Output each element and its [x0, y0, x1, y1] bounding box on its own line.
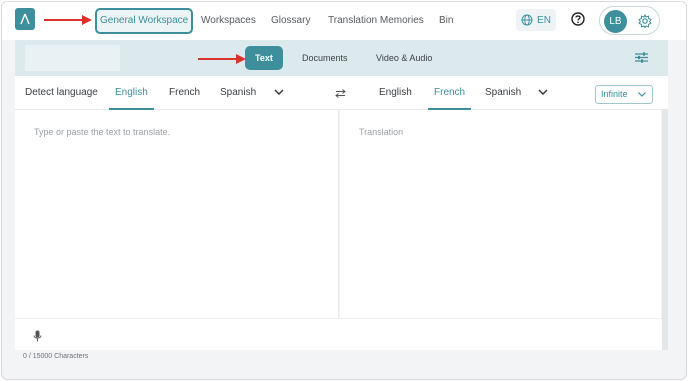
logo-icon: [20, 13, 30, 25]
translation-placeholder: Translation: [359, 127, 404, 137]
nav-bin[interactable]: Bin: [439, 2, 453, 39]
translation-output-area: Translation: [340, 110, 661, 318]
nav-workspaces[interactable]: Workspaces: [201, 2, 256, 39]
source-language-spanish[interactable]: Spanish: [220, 76, 256, 110]
nav-general-workspace[interactable]: General Workspace: [95, 8, 194, 34]
swap-languages-icon[interactable]: [335, 89, 346, 98]
source-text-area[interactable]: Type or paste the text to translate.: [15, 110, 339, 318]
interface-language-button[interactable]: EN: [516, 9, 556, 31]
tab-video-audio[interactable]: Video & Audio: [376, 46, 432, 70]
help-icon[interactable]: [571, 12, 585, 26]
model-select[interactable]: Infinite: [595, 85, 653, 104]
annotation-arrow-nav: [44, 15, 92, 25]
source-language-chevron-down-icon[interactable]: [274, 89, 284, 96]
gear-icon[interactable]: [638, 14, 652, 28]
tab-documents[interactable]: Documents: [302, 46, 348, 70]
language-bar: Detect language English French Spanish E…: [15, 76, 668, 110]
model-select-value: Infinite: [601, 89, 628, 99]
globe-icon: [521, 14, 533, 26]
source-footer: [15, 318, 662, 350]
avatar[interactable]: LB: [604, 10, 627, 33]
annotation-arrow-tab: [198, 54, 246, 64]
nav-translation-memories[interactable]: Translation Memories: [328, 2, 424, 39]
sliders-icon[interactable]: [635, 52, 648, 63]
nav-glossary[interactable]: Glossary: [271, 2, 310, 39]
target-language-french[interactable]: French: [428, 76, 472, 110]
app-logo[interactable]: [15, 8, 35, 30]
target-language-chevron-down-icon[interactable]: [538, 89, 548, 96]
interface-language-code: EN: [537, 14, 551, 26]
microphone-icon[interactable]: [33, 330, 42, 342]
source-language-french[interactable]: French: [169, 76, 200, 110]
target-language-english[interactable]: English: [379, 76, 412, 110]
tab-text[interactable]: Text: [245, 46, 283, 70]
mode-toolbar: Text Documents Video & Audio: [15, 40, 668, 76]
app-window: General Workspace Workspaces Glossary Tr…: [1, 1, 687, 380]
toolbar-blank-area: [25, 45, 120, 71]
character-count: 0 / 15000 Characters: [23, 353, 89, 360]
user-menu[interactable]: LB: [599, 6, 660, 35]
detect-language-option[interactable]: Detect language: [25, 76, 98, 110]
source-placeholder: Type or paste the text to translate.: [34, 127, 171, 137]
model-chevron-down-icon: [638, 92, 646, 97]
source-language-english[interactable]: English: [109, 76, 154, 110]
target-language-spanish[interactable]: Spanish: [485, 76, 521, 110]
scrollbar[interactable]: [662, 110, 668, 350]
top-nav: General Workspace Workspaces Glossary Tr…: [2, 2, 686, 40]
